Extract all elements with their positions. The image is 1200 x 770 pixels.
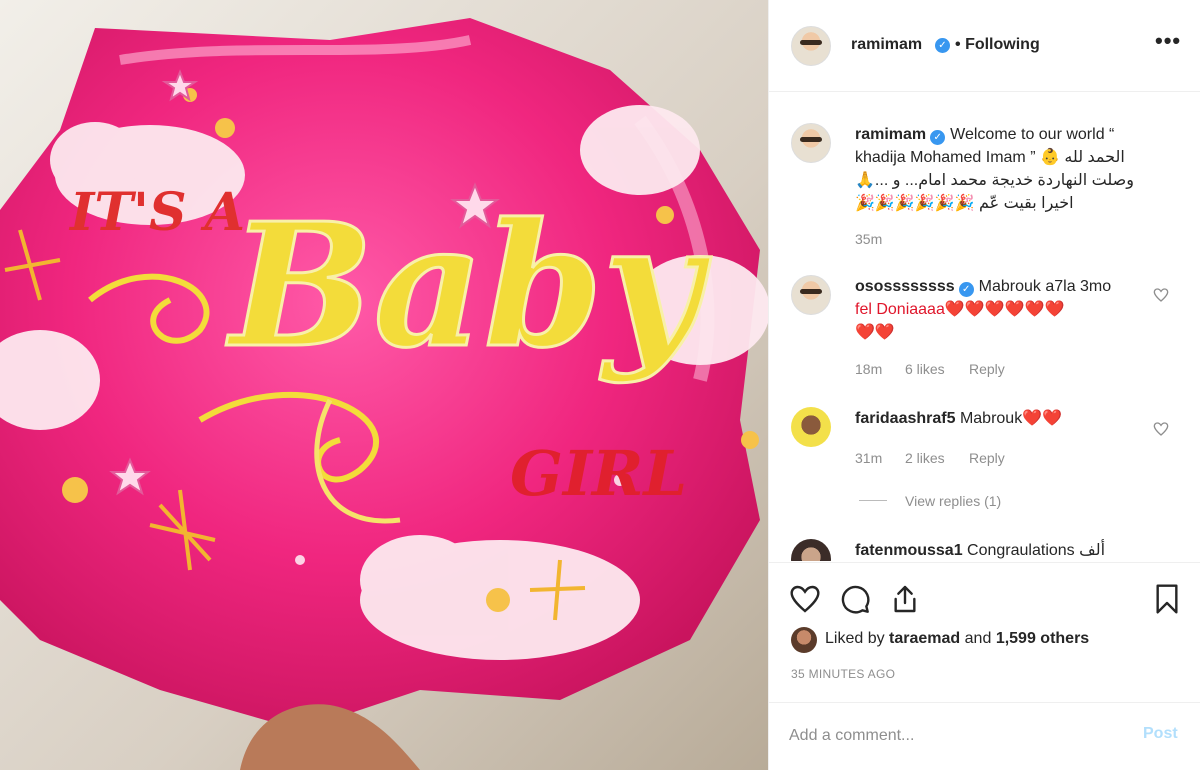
post-header: ramimam ✓ • Following ••• [769,0,1200,92]
comment-composer: Post [769,702,1200,770]
post-comment-button[interactable]: Post [1143,725,1178,743]
author-username[interactable]: ramimam [851,36,922,54]
view-replies-button[interactable]: View replies (1) [905,493,1001,509]
comment-likes[interactable]: 6 likes [905,361,945,377]
baby-girl-balloon-photo: IT'S A Baby GIRL [0,0,768,770]
caption: ramimam ✓ Welcome to our world “ khadija M… [855,123,1175,215]
reply-button[interactable]: Reply [969,361,1005,377]
comment-time[interactable]: 31m [855,450,882,466]
caption-avatar[interactable] [791,123,831,163]
comment-text: ❤️❤️ [855,324,895,341]
verified-badge-icon: ✓ [930,130,946,145]
view-replies-divider [859,500,887,501]
verified-badge-icon: ✓ [958,282,974,297]
comment-avatar[interactable] [791,539,831,561]
caption-line-2: khadija Mohamed Imam ” 👶 الحمد لله [855,149,1125,166]
post-panel: ramimam ✓ • Following ••• ramimam ✓ Welcom… [768,0,1200,770]
comment-time[interactable]: 18m [855,361,882,377]
comment-bubble-icon[interactable] [839,583,871,615]
comment-avatar[interactable] [791,407,831,447]
liked-others-count[interactable]: 1,599 others [996,630,1089,647]
following-button[interactable]: Following [965,36,1040,53]
balloon-text-girl: GIRL [510,437,687,510]
balloon-text-baby: Baby [226,186,712,386]
verified-badge-icon: ✓ [935,38,950,53]
reply-button[interactable]: Reply [969,450,1005,466]
comment: faridaashraf5 Mabrouk❤️❤️ [855,407,1135,430]
comment-likes[interactable]: 2 likes [905,450,945,466]
likes-summary: Liked by taraemad and 1,599 others [825,630,1089,648]
author-avatar[interactable] [791,26,831,66]
caption-line-4: 🎉🎉🎉🎉🎉🎉 اخيرا بقيت عّم [855,195,1074,212]
liked-by-label: Liked by [825,630,885,647]
like-heart-icon[interactable] [789,583,821,615]
dot-separator: • [955,36,961,53]
liked-and-label: and [964,630,992,647]
comment: fatenmoussa1 Congraulations ألف [855,539,1155,561]
comment-text: Congraulations ألف [967,542,1106,559]
more-options-icon[interactable]: ••• [1155,28,1181,54]
comment-text: Mabrouk a7la 3mo [978,278,1112,295]
post-timestamp[interactable]: 35 MINUTES AGO [791,667,895,681]
comment-text: Mabrouk❤️❤️ [959,410,1063,427]
bookmark-save-icon[interactable] [1151,583,1183,615]
post-image: IT'S A Baby GIRL [0,0,768,770]
share-upload-icon[interactable] [889,583,921,615]
caption-line-3: 🙏... وصلت النهاردة خديجة محمد امام... و [855,172,1134,189]
comment-username[interactable]: osossssssss [855,278,955,295]
comment: osossssssss ✓ Mabrouk a7la 3mo fel Doniaaa… [855,275,1135,344]
caption-time[interactable]: 35m [855,231,882,247]
comment-username[interactable]: fatenmoussa1 [855,542,963,559]
like-comment-heart-icon[interactable] [1153,287,1169,303]
liker-avatar[interactable] [791,627,817,653]
caption-line-1: Welcome to our world “ [950,126,1115,143]
balloon-text-its-a: IT'S A [68,182,245,243]
like-comment-heart-icon[interactable] [1153,421,1169,437]
liked-by-user[interactable]: taraemad [889,630,960,647]
post-actions: Liked by taraemad and 1,599 others 35 MI… [769,562,1200,702]
comment-avatar[interactable] [791,275,831,315]
caption-username[interactable]: ramimam [855,126,926,143]
comment-username[interactable]: faridaashraf5 [855,410,956,427]
follow-status[interactable]: • Following [955,36,1040,54]
comment-input[interactable] [789,721,1119,751]
comment-text: fel Doniaaaa❤️❤️❤️❤️❤️❤️ [855,301,1065,318]
comments-list[interactable]: ramimam ✓ Welcome to our world “ khadija M… [769,93,1200,561]
